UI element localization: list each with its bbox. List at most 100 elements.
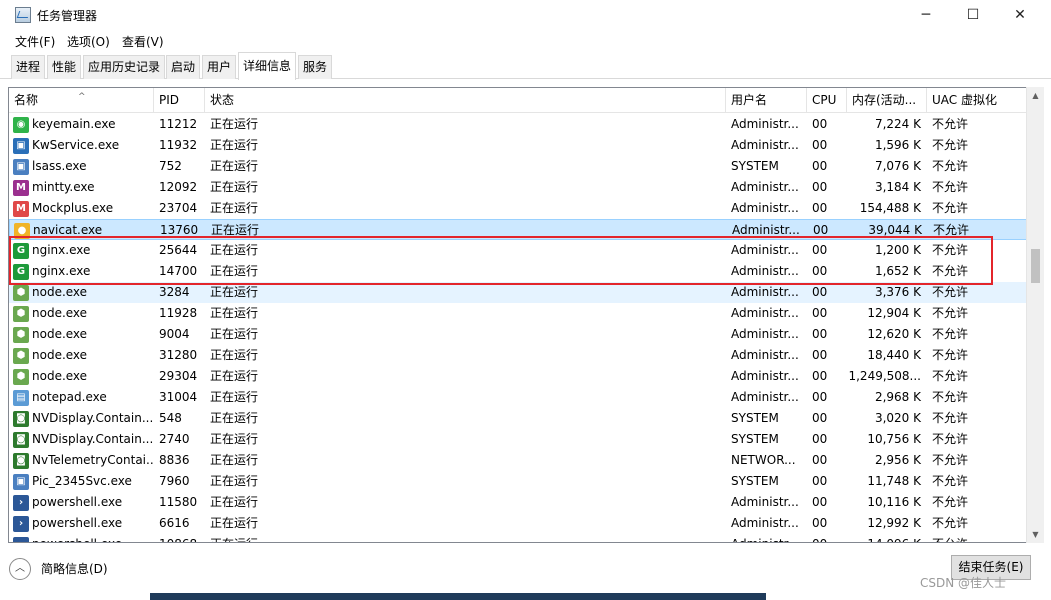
column-header-memory[interactable]: 内存(活动... xyxy=(847,88,927,113)
table-row[interactable]: ▣ KwService.exe 11932 正在运行 Administr... 00 1,5… xyxy=(9,135,1027,156)
process-name: powershell.exe xyxy=(32,516,123,530)
powershell-icon: › xyxy=(13,495,29,511)
cell-status: 正在运行 xyxy=(210,453,259,467)
close-button[interactable]: ✕ xyxy=(997,0,1043,30)
table-row[interactable]: › powershell.exe 11580 正在运行 Administr... 00 10… xyxy=(9,492,1027,513)
cell-status: 正在运行 xyxy=(210,432,259,446)
scroll-up-icon[interactable]: ▲ xyxy=(1027,87,1044,104)
table-row[interactable]: ▣ Pic_2345Svc.exe 7960 正在运行 SYSTEM 00 11,748 K… xyxy=(9,471,1027,492)
table-row[interactable]: ◉ keyemain.exe 11212 正在运行 Administr... 00 7,22… xyxy=(9,114,1027,135)
column-header-cpu[interactable]: CPU xyxy=(807,88,847,113)
cell-memory: 12,620 K xyxy=(867,327,921,341)
cell-name: ⬢ node.exe xyxy=(9,366,154,387)
table-row[interactable]: ⬢ node.exe 31280 正在运行 Administr... 00 18,440 K… xyxy=(9,345,1027,366)
cell-username: Administr... xyxy=(731,180,799,194)
process-name: lsass.exe xyxy=(32,159,87,173)
process-name: NvTelemetryContai... xyxy=(32,453,154,467)
column-header-status[interactable]: 状态 xyxy=(205,88,726,113)
cell-cpu: 00 xyxy=(812,390,828,404)
cell-pid: 752 xyxy=(159,159,182,173)
column-header-username[interactable]: 用户名 xyxy=(726,88,807,113)
chevron-up-icon[interactable]: ︿ xyxy=(9,558,31,580)
powershell-icon: › xyxy=(13,537,29,542)
cell-name: ◉ keyemain.exe xyxy=(9,114,154,135)
table-row[interactable]: ▤ notepad.exe 31004 正在运行 Administr... 00 2,968… xyxy=(9,387,1027,408)
cell-memory: 10,116 K xyxy=(867,495,921,509)
table-row[interactable]: ◙ NVDisplay.Contain... 548 正在运行 SYSTEM 00 3,02… xyxy=(9,408,1027,429)
cell-name: ▣ lsass.exe xyxy=(9,156,154,177)
scrollbar-thumb[interactable] xyxy=(1031,249,1040,283)
cell-name: ⬢ node.exe xyxy=(9,324,154,345)
cell-cpu: 00 xyxy=(812,201,828,215)
table-row[interactable]: ◙ NVDisplay.Contain... 2740 正在运行 SYSTEM 00 10,… xyxy=(9,429,1027,450)
cell-cpu: 00 xyxy=(812,369,828,383)
cell-username: Administr... xyxy=(731,306,799,320)
watermark: CSDN @佳人士 xyxy=(920,576,1007,590)
cell-status: 正在运行 xyxy=(210,369,259,383)
cell-status: 正在运行 xyxy=(210,516,259,530)
column-header-name[interactable]: 名称 ^ xyxy=(9,88,154,113)
table-row[interactable]: M Mockplus.exe 23704 正在运行 Administr... 00 154,… xyxy=(9,198,1027,219)
cell-status: 正在运行 xyxy=(210,159,259,173)
cell-username: NETWOR... xyxy=(731,453,796,467)
eye-icon: ◉ xyxy=(13,117,29,133)
tab-performance[interactable]: 性能 xyxy=(47,55,82,79)
table-row[interactable]: ⬢ node.exe 3284 正在运行 Administr... 00 3,376 K 不允… xyxy=(9,282,1027,303)
table-row[interactable]: ▣ lsass.exe 752 正在运行 SYSTEM 00 7,076 K 不允许 xyxy=(9,156,1027,177)
cell-cpu: 00 xyxy=(812,285,828,299)
cell-status: 正在运行 xyxy=(210,411,259,425)
cell-cpu: 00 xyxy=(812,348,828,362)
vertical-scrollbar[interactable]: ▲ ▼ xyxy=(1026,87,1044,543)
node-icon: ⬢ xyxy=(13,306,29,322)
cell-name: ⬢ node.exe xyxy=(9,282,154,303)
process-name: powershell.exe xyxy=(32,495,123,509)
maximize-button[interactable]: ☐ xyxy=(950,0,996,30)
menu-view[interactable]: 查看(V) xyxy=(122,33,164,50)
column-header-uac[interactable]: UAC 虚拟化 xyxy=(927,88,1027,113)
cell-name: ⬢ node.exe xyxy=(9,303,154,324)
cell-uac: 不允许 xyxy=(932,159,969,173)
cell-username: Administr... xyxy=(731,369,799,383)
table-row[interactable]: ⬢ node.exe 9004 正在运行 Administr... 00 12,620 K 不… xyxy=(9,324,1027,345)
tab-bar: 进程 性能 应用历史记录 启动 用户 详细信息 服务 xyxy=(0,52,1051,80)
cell-status: 正在运行 xyxy=(210,495,259,509)
process-name: mintty.exe xyxy=(32,180,95,194)
cell-cpu: 00 xyxy=(812,411,828,425)
table-row[interactable]: ⬢ node.exe 11928 正在运行 Administr... 00 12,904 K… xyxy=(9,303,1027,324)
menu-file[interactable]: 文件(F) xyxy=(15,33,55,50)
column-header-pid[interactable]: PID xyxy=(154,88,205,113)
tab-processes[interactable]: 进程 xyxy=(11,55,46,79)
fewer-details-link[interactable]: 简略信息(D) xyxy=(41,560,108,577)
table-row[interactable]: ⬢ node.exe 29304 正在运行 Administr... 00 1,249,50… xyxy=(9,366,1027,387)
cell-status: 正在运行 xyxy=(210,390,259,404)
minimize-button[interactable]: ─ xyxy=(903,0,949,30)
menu-options[interactable]: 选项(O) xyxy=(67,33,110,50)
node-icon: ⬢ xyxy=(13,369,29,385)
cell-uac: 不允许 xyxy=(932,432,969,446)
table-row[interactable]: ◙ NvTelemetryContai... 8836 正在运行 NETWOR... 00… xyxy=(9,450,1027,471)
tab-startup[interactable]: 启动 xyxy=(166,55,201,79)
cell-pid: 2740 xyxy=(159,432,190,446)
scroll-down-icon[interactable]: ▼ xyxy=(1027,526,1044,543)
table-row[interactable]: ›powershell.exe10868正在运行Administr...0014… xyxy=(9,534,1027,542)
cell-pid: 7960 xyxy=(159,474,190,488)
notepad-icon: ▤ xyxy=(13,390,29,406)
powershell-icon: › xyxy=(13,516,29,532)
cell-memory: 18,440 K xyxy=(867,348,921,362)
cell-username: Administr... xyxy=(731,117,799,131)
process-details-table: 名称 ^ PID 状态 用户名 CPU 内存(活动... UAC 虚拟化 ◉ key… xyxy=(8,87,1044,543)
tab-app-history[interactable]: 应用历史记录 xyxy=(83,55,166,79)
tab-services[interactable]: 服务 xyxy=(298,55,333,79)
task-manager-icon xyxy=(15,7,31,23)
tab-details[interactable]: 详细信息 xyxy=(238,52,297,80)
cell-cpu: 00 xyxy=(812,180,828,194)
process-name: NVDisplay.Contain... xyxy=(32,411,154,425)
cell-name: ▤ notepad.exe xyxy=(9,387,154,408)
cell-cpu: 00 xyxy=(812,453,828,467)
cell-status: 正在运行 xyxy=(210,306,259,320)
cell-pid: 8836 xyxy=(159,453,190,467)
table-row[interactable]: Mmintty.exe 12092 正在运行 Administr... 00 3,184 … xyxy=(9,177,1027,198)
cell-cpu: 00 xyxy=(812,432,828,446)
table-row[interactable]: › powershell.exe 6616 正在运行 Administr... 00 12,… xyxy=(9,513,1027,534)
tab-users[interactable]: 用户 xyxy=(202,55,237,79)
